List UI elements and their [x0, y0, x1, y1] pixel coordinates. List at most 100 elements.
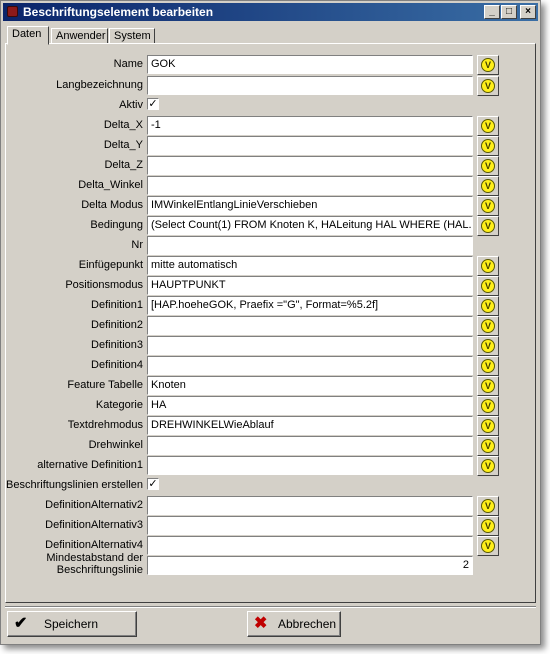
einfuegepunkt-label: Einfügepunkt — [78, 259, 143, 271]
delta-y-field[interactable] — [147, 136, 473, 155]
definitionalternativ4-label: DefinitionAlternativ4 — [45, 539, 143, 551]
aktiv-label: Aktiv — [119, 99, 143, 111]
row-bedingung: Bedingung (Select Count(1) FROM Knoten K… — [6, 216, 535, 236]
delta-x-field[interactable]: -1 — [147, 116, 473, 135]
value-icon: V — [481, 539, 495, 553]
row-positionsmodus: Positionsmodus HAUPTPUNKT V — [6, 276, 535, 296]
tab-daten[interactable]: Daten — [7, 26, 49, 45]
row-name: Name GOK V — [6, 55, 535, 75]
definition4-field[interactable] — [147, 356, 473, 375]
value-icon: V — [481, 79, 495, 93]
delta-modus-label: Delta Modus — [81, 199, 143, 211]
mindestabstand-label-line1: Mindestabstand der — [46, 552, 143, 564]
row-delta-z: Delta_Z V — [6, 156, 535, 176]
row-beschriftungslinien-erstellen: Beschriftungslinien erstellen ✓ — [6, 476, 535, 496]
row-feature-tabelle: Feature Tabelle Knoten V — [6, 376, 535, 396]
kategorie-value-button[interactable]: V — [477, 396, 499, 416]
maximize-button[interactable]: □ — [501, 5, 517, 19]
definition3-field[interactable] — [147, 336, 473, 355]
langbezeichnung-value-button[interactable]: V — [477, 76, 499, 96]
einfuegepunkt-field[interactable]: mitte automatisch — [147, 256, 473, 275]
definitionalternativ2-value-button[interactable]: V — [477, 496, 499, 516]
value-icon: V — [481, 179, 495, 193]
value-icon: V — [481, 199, 495, 213]
minimize-button[interactable]: _ — [484, 5, 500, 19]
beschriftungslinien-erstellen-label: Beschriftungslinien erstellen — [6, 479, 143, 491]
drehwinkel-value-button[interactable]: V — [477, 436, 499, 456]
delta-y-value-button[interactable]: V — [477, 136, 499, 156]
einfuegepunkt-value-button[interactable]: V — [477, 256, 499, 276]
name-value-button[interactable]: V — [477, 55, 499, 75]
bedingung-value-button[interactable]: V — [477, 216, 499, 236]
definitionalternativ3-label: DefinitionAlternativ3 — [45, 519, 143, 531]
row-definitionalternativ3: DefinitionAlternativ3 V — [6, 516, 535, 536]
alternative-definition1-field[interactable] — [147, 456, 473, 475]
definition2-field[interactable] — [147, 316, 473, 335]
delta-winkel-label: Delta_Winkel — [78, 179, 143, 191]
textdrehmodus-field[interactable]: DREHWINKELWieAblauf — [147, 416, 473, 435]
delta-z-label: Delta_Z — [104, 159, 143, 171]
delta-x-value-button[interactable]: V — [477, 116, 499, 136]
positionsmodus-field[interactable]: HAUPTPUNKT — [147, 276, 473, 295]
row-einfuegepunkt: Einfügepunkt mitte automatisch V — [6, 256, 535, 276]
value-icon: V — [481, 319, 495, 333]
row-nr: Nr — [6, 236, 535, 256]
dialog-window: Beschriftungselement bearbeiten _ □ × Da… — [0, 0, 541, 645]
drehwinkel-field[interactable] — [147, 436, 473, 455]
definition2-value-button[interactable]: V — [477, 316, 499, 336]
tab-anwender[interactable]: Anwender — [51, 28, 108, 44]
value-icon: V — [481, 499, 495, 513]
langbezeichnung-field[interactable] — [147, 76, 473, 95]
value-icon: V — [481, 439, 495, 453]
aktiv-checkbox[interactable]: ✓ — [147, 98, 159, 110]
delta-winkel-value-button[interactable]: V — [477, 176, 499, 196]
feature-tabelle-label: Feature Tabelle — [67, 379, 143, 391]
positionsmodus-value-button[interactable]: V — [477, 276, 499, 296]
definition3-value-button[interactable]: V — [477, 336, 499, 356]
tab-system[interactable]: System — [109, 28, 155, 44]
value-icon: V — [481, 359, 495, 373]
bedingung-field[interactable]: (Select Count(1) FROM Knoten K, HALeitun… — [147, 216, 473, 235]
window-title: Beschriftungselement bearbeiten — [23, 5, 214, 19]
row-textdrehmodus: Textdrehmodus DREHWINKELWieAblauf V — [6, 416, 535, 436]
save-button[interactable]: ✔ Speichern — [7, 611, 137, 637]
definition1-label: Definition1 — [91, 299, 143, 311]
value-icon: V — [481, 219, 495, 233]
nr-field[interactable] — [147, 236, 473, 255]
textdrehmodus-value-button[interactable]: V — [477, 416, 499, 436]
name-field[interactable]: GOK — [147, 55, 473, 74]
definition4-value-button[interactable]: V — [477, 356, 499, 376]
definition1-value-button[interactable]: V — [477, 296, 499, 316]
row-delta-y: Delta_Y V — [6, 136, 535, 156]
definition2-label: Definition2 — [91, 319, 143, 331]
mindestabstand-field[interactable]: 2 — [147, 556, 473, 575]
delta-z-field[interactable] — [147, 156, 473, 175]
definitionalternativ2-field[interactable] — [147, 496, 473, 515]
delta-winkel-field[interactable] — [147, 176, 473, 195]
delta-modus-value-button[interactable]: V — [477, 196, 499, 216]
close-button[interactable]: × — [520, 5, 536, 19]
kategorie-field[interactable]: HA — [147, 396, 473, 415]
alternative-definition1-value-button[interactable]: V — [477, 456, 499, 476]
beschriftungslinien-erstellen-checkbox[interactable]: ✓ — [147, 478, 159, 490]
delta-y-label: Delta_Y — [103, 139, 143, 151]
row-definition3: Definition3 V — [6, 336, 535, 356]
definitionalternativ3-field[interactable] — [147, 516, 473, 535]
definitionalternativ4-value-button[interactable]: V — [477, 536, 499, 556]
save-button-label: Speichern — [44, 617, 99, 631]
row-alternative-definition1: alternative Definition1 V — [6, 456, 535, 476]
definitionalternativ4-field[interactable] — [147, 536, 473, 555]
delta-modus-field[interactable]: IMWinkelEntlangLinieVerschieben — [147, 196, 473, 215]
positionsmodus-label: Positionsmodus — [65, 279, 143, 291]
checkmark-icon: ✔ — [14, 615, 28, 632]
row-langbezeichnung: Langbezeichnung V — [6, 76, 535, 96]
feature-tabelle-field[interactable]: Knoten — [147, 376, 473, 395]
mindestabstand-label: Mindestabstand der Beschriftungslinie — [46, 552, 143, 576]
definition1-field[interactable]: [HAP.hoeheGOK, Praefix ="G", Format=%5.2… — [147, 296, 473, 315]
title-bar[interactable]: Beschriftungselement bearbeiten _ □ × — [3, 3, 538, 21]
feature-tabelle-value-button[interactable]: V — [477, 376, 499, 396]
definitionalternativ3-value-button[interactable]: V — [477, 516, 499, 536]
value-icon: V — [481, 139, 495, 153]
delta-z-value-button[interactable]: V — [477, 156, 499, 176]
cancel-button[interactable]: ✖ Abbrechen — [247, 611, 341, 637]
